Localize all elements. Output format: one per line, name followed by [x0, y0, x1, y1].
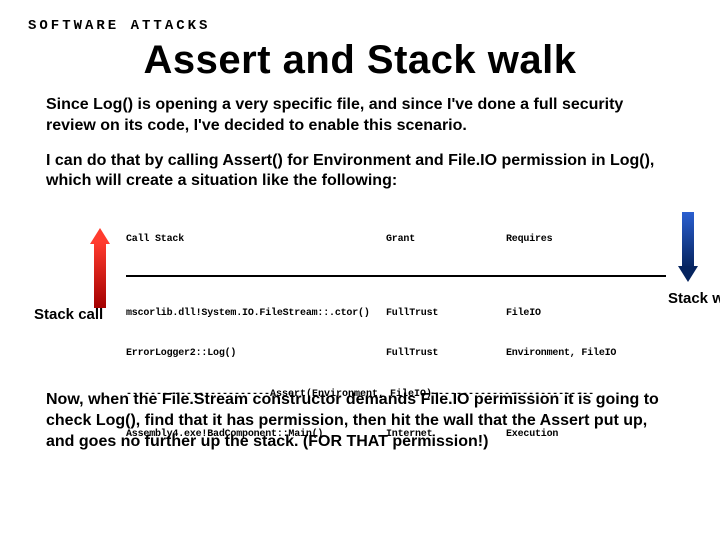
table-row: ErrorLogger2::Log()FullTrustEnvironment,…: [126, 347, 666, 361]
slide: SOFTWARE ATTACKS Assert and Stack walk S…: [0, 0, 720, 540]
cell-call: ErrorLogger2::Log(): [126, 347, 386, 361]
cell-call: mscorlib.dll!System.IO.FileStream::.ctor…: [126, 307, 386, 321]
table-row: Assembly4.exe!BadComponent::Main()Intern…: [126, 428, 666, 442]
cell-req: FileIO: [506, 307, 666, 321]
table-row: mscorlib.dll!System.IO.FileStream::.ctor…: [126, 307, 666, 321]
page-title: Assert and Stack walk: [28, 38, 692, 83]
paragraph-intro-1: Since Log() is opening a very specific f…: [46, 95, 674, 137]
header-call-stack: Call Stack: [126, 233, 386, 247]
table-header-row: Call StackGrantRequires: [126, 233, 666, 247]
cell-call: Assembly4.exe!BadComponent::Main(): [126, 428, 386, 442]
stack-diagram: Stack call Stack walk Call StackGrantReq…: [28, 206, 692, 356]
cell-req: Execution: [506, 428, 666, 442]
table-rule: [126, 275, 666, 277]
header-grant: Grant: [386, 233, 506, 247]
stack-walk-arrow-icon: [678, 212, 698, 282]
cell-req: Environment, FileIO: [506, 347, 666, 361]
cell-grant: FullTrust: [386, 347, 506, 361]
cell-grant: Internet: [386, 428, 506, 442]
stack-call-label: Stack call: [34, 306, 103, 323]
stack-walk-label: Stack walk: [668, 290, 720, 307]
paragraph-intro-2: I can do that by calling Assert() for En…: [46, 151, 674, 193]
assert-separator: ------------------------Assert(Environme…: [126, 388, 666, 402]
cell-grant: FullTrust: [386, 307, 506, 321]
header-requires: Requires: [506, 233, 666, 247]
stack-call-arrow-icon: [90, 228, 110, 308]
breadcrumb: SOFTWARE ATTACKS: [28, 18, 692, 34]
call-stack-table: Call StackGrantRequires mscorlib.dll!Sys…: [126, 206, 666, 469]
